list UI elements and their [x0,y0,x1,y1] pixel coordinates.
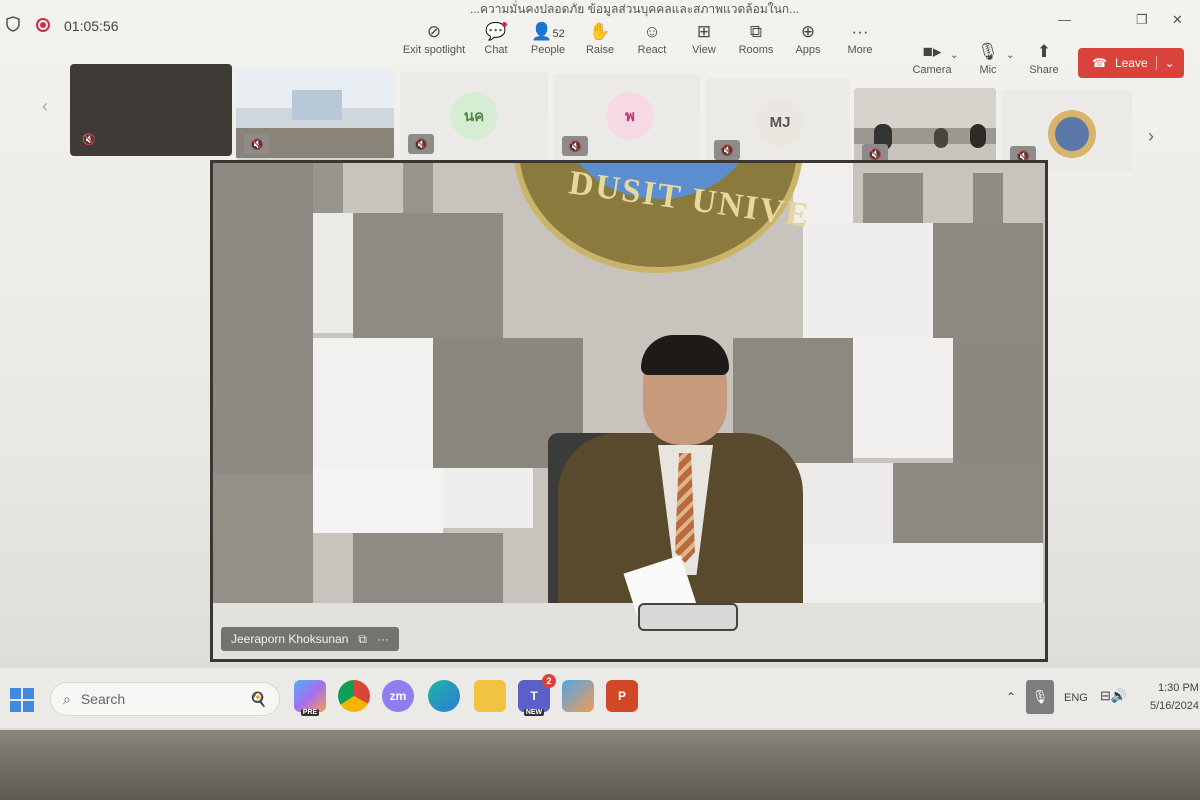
desk-microphone [638,603,738,631]
zoom-icon[interactable]: zm [382,680,414,712]
people-count: 52 [552,28,565,40]
restore-button[interactable]: ❐ [1136,12,1148,28]
windows-start-icon[interactable] [10,688,34,712]
more-button[interactable]: ··· More [834,20,886,70]
meeting-toolbar: ⊘ Exit spotlight 💬 Chat 👤52 People ✋ Rai… [398,20,886,70]
participant-tile[interactable]: 🔇 [70,64,232,156]
camera-icon: ■▸ [922,42,942,61]
close-button[interactable]: ✕ [1172,12,1183,28]
meeting-timer: 01:05:56 [64,18,119,34]
share-icon: ⬆ [1036,42,1052,61]
people-icon: 👤52 [531,22,565,41]
recording-icon [36,18,50,32]
speaker-name-tag[interactable]: Jeeraporn Khoksunan ⧉ ··· [221,627,399,651]
camera-options-chevron-icon[interactable]: ⌄ [950,50,958,61]
screen: 01:05:56 ...ความมั่นคงปลอดภัย ข้อมูลส่วน… [0,0,1200,730]
chrome-icon[interactable] [338,680,370,712]
teams-badge: 2 [542,674,556,688]
participant-photo [1048,110,1096,158]
search-placeholder: Search [80,691,126,707]
mic-off-icon: 🔇 [408,134,434,154]
apps-icon: ⊕ [800,22,816,41]
rooms-button[interactable]: ⧉ Rooms [730,20,782,70]
avatar: นค [450,92,498,140]
chat-button[interactable]: 💬 Chat [470,20,522,70]
taskbar-search[interactable]: ⌕ Search 🍳 [50,682,280,716]
file-explorer-icon[interactable] [474,680,506,712]
raise-hand-button[interactable]: ✋ Raise [574,20,626,70]
exit-spotlight-icon: ⊘ [426,22,442,41]
photos-icon[interactable] [562,680,594,712]
tray-expand-icon[interactable]: ⌃ [1006,690,1016,704]
participant-tile[interactable]: 🔇 [854,88,996,170]
speaker-name: Jeeraporn Khoksunan [231,632,349,646]
more-options-icon[interactable]: ··· [377,632,389,646]
participant-tile[interactable]: นค 🔇 [400,72,548,164]
more-icon: ··· [851,22,869,41]
rooms-icon: ⧉ [749,22,763,41]
pin-icon[interactable]: ⧉ [358,632,367,647]
projector-bottom-edge [0,730,1200,800]
avatar: พ [606,92,654,140]
mic-off-icon: 🔇 [562,136,588,156]
participant-tile[interactable]: MJ 🔇 [706,78,850,170]
participant-strip: ‹ 🔇 🔇 นค 🔇 พ 🔇 MJ 🔇 🔇 🔇 › [38,64,1168,172]
search-highlight-icon: 🍳 [249,690,267,707]
view-button[interactable]: ⊞ View [678,20,730,70]
view-icon: ⊞ [696,22,712,41]
microphone-icon: 🎙 [977,42,999,61]
edge-icon[interactable] [428,680,460,712]
language-indicator[interactable]: ENG [1064,692,1088,704]
windows-taskbar: ⌕ Search 🍳 PRE zm T 2 NEW P ⌃ 🎙 ENG ⊟🔊 1… [0,668,1200,728]
network-volume-icon[interactable]: ⊟🔊 [1100,688,1127,704]
raise-hand-icon: ✋ [589,22,611,41]
search-icon: ⌕ [63,690,71,707]
meeting-title: ...ความมั่นคงปลอดภัย ข้อมูลส่วนบุคคลและส… [470,2,800,16]
clock-time[interactable]: 1:30 PM [1158,682,1199,694]
participant-tile[interactable]: 🔇 [236,68,394,160]
chat-notification-dot [502,22,507,27]
mic-off-icon: 🔇 [82,134,96,146]
copilot-icon[interactable]: PRE [294,680,326,716]
teams-icon[interactable]: T 2 NEW [518,674,556,716]
react-icon: ☺ [643,22,661,41]
powerpoint-icon[interactable]: P [606,680,638,712]
mic-off-icon: 🔇 [714,140,740,160]
spotlight-video[interactable]: DUSIT UNIVE Jeeraporn Khoksunan ⧉ ··· [210,160,1048,662]
strip-next-arrow-icon[interactable]: › [1148,126,1154,147]
participant-tile[interactable]: พ 🔇 [554,74,700,166]
shield-icon [6,16,20,32]
strip-prev-arrow-icon[interactable]: ‹ [42,96,48,117]
apps-button[interactable]: ⊕ Apps [782,20,834,70]
react-button[interactable]: ☺ React [626,20,678,70]
clock-date[interactable]: 5/16/2024 [1150,700,1199,712]
avatar: MJ [756,98,804,146]
microphone-in-use-icon[interactable]: 🎙 [1026,680,1054,714]
mic-options-chevron-icon[interactable]: ⌄ [1006,50,1014,61]
people-button[interactable]: 👤52 People [522,20,574,70]
minimize-button[interactable]: — [1058,12,1071,27]
mic-off-icon: 🔇 [244,134,270,154]
exit-spotlight-button[interactable]: ⊘ Exit spotlight [398,20,470,70]
